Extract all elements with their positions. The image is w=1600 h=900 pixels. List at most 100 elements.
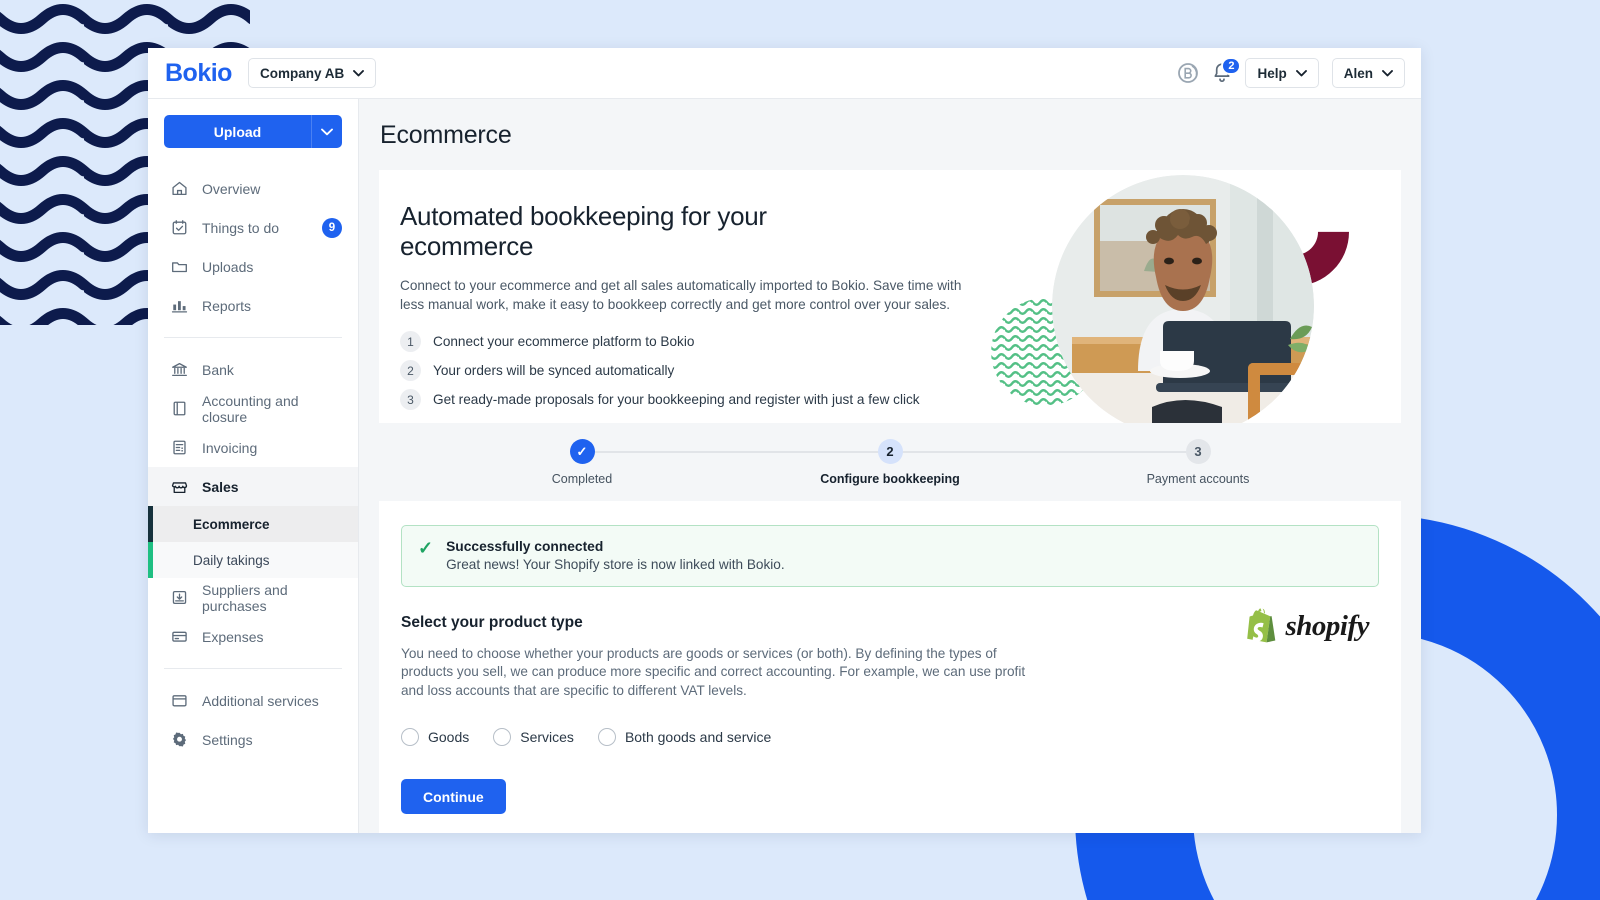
calendar-check-icon xyxy=(172,220,187,235)
success-alert-text: Great news! Your Shopify store is now li… xyxy=(446,557,785,572)
box-icon xyxy=(172,695,187,707)
stepper-label: Payment accounts xyxy=(1146,472,1250,486)
stepper-step-completed[interactable]: ✓ Completed xyxy=(507,439,657,486)
success-alert-title: Successfully connected xyxy=(446,539,604,554)
radio-indicator[interactable] xyxy=(597,728,616,747)
sidebar-item-additional-services[interactable]: Additional services xyxy=(148,681,358,720)
sidebar-item-label: Settings xyxy=(202,731,253,748)
hero-step: 2 Your orders will be synced automatical… xyxy=(400,360,1030,382)
chevron-down-icon xyxy=(1295,69,1307,76)
daily-takings-accent-bar xyxy=(148,542,153,578)
main-content: Ecommerce Automated bookkeeping for your… xyxy=(359,99,1421,833)
stepper-label: Configure bookkeeping xyxy=(820,472,960,486)
product-type-radio-group: Goods Services Both goods and service xyxy=(401,728,1379,747)
hero-banner: Automated bookkeeping for your ecommerce… xyxy=(379,170,1401,423)
sidebar-item-label: Sales xyxy=(202,478,239,495)
product-type-heading: Select your product type xyxy=(401,614,583,631)
shopify-partner-logo: shopify xyxy=(1244,607,1370,646)
sidebar-item-settings[interactable]: Settings xyxy=(148,720,358,759)
sidebar-subitem-ecommerce[interactable]: Ecommerce xyxy=(148,506,358,542)
shopify-wordmark: shopify xyxy=(1285,610,1370,642)
hero-step-number: 1 xyxy=(400,331,421,353)
book-icon xyxy=(173,401,186,416)
radio-option-both-goods-and-service[interactable]: Both goods and service xyxy=(597,728,772,747)
stepper-label: Completed xyxy=(551,472,613,486)
radio-option-goods[interactable]: Goods xyxy=(401,728,470,747)
stepper-marker: 3 xyxy=(1185,439,1211,464)
sidebar-subitem-label: Daily takings xyxy=(193,552,270,568)
sidebar-subitem-daily-takings[interactable]: Daily takings xyxy=(148,542,358,578)
sidebar-item-label: Bank xyxy=(202,361,234,378)
company-selector[interactable]: Company AB xyxy=(247,58,377,88)
card-icon xyxy=(172,631,187,642)
hero-step: 3 Get ready-made proposals for your book… xyxy=(400,389,1030,411)
sidebar-item-invoicing[interactable]: Invoicing xyxy=(148,428,358,467)
sidebar-item-things-to-do[interactable]: Things to do 9 xyxy=(148,208,358,247)
radio-label: Both goods and service xyxy=(624,729,772,746)
sidebar-item-sales[interactable]: Sales xyxy=(148,467,358,506)
sidebar: Upload Overview Things to do 9 Uploads R… xyxy=(148,99,359,833)
sidebar-item-label: Things to do xyxy=(202,219,280,236)
stepper-step-configure-bookkeeping[interactable]: 2 Configure bookkeeping xyxy=(815,439,965,486)
success-alert: ✓ Successfully connected Great news! You… xyxy=(401,525,1379,587)
sidebar-item-overview[interactable]: Overview xyxy=(148,169,358,208)
hero-step-number: 2 xyxy=(400,360,421,382)
radio-indicator[interactable] xyxy=(401,728,419,747)
help-menu[interactable]: Help xyxy=(1245,58,1319,88)
continue-button[interactable]: Continue xyxy=(401,779,506,815)
sidebar-item-accounting-and-closure[interactable]: Accounting and closure xyxy=(148,389,358,428)
sidebar-item-expenses[interactable]: Expenses xyxy=(148,617,358,656)
hero-step-text: Get ready-made proposals for your bookke… xyxy=(433,392,920,408)
stepper-step-payment-accounts[interactable]: 3 Payment accounts xyxy=(1123,439,1273,486)
upload-dropdown-button[interactable] xyxy=(311,115,342,148)
sidebar-item-bank[interactable]: Bank xyxy=(148,350,358,389)
bokio-logo[interactable]: Bokio xyxy=(165,60,232,86)
upload-control: Upload xyxy=(148,115,358,148)
upload-button[interactable]: Upload xyxy=(164,115,311,148)
sidebar-item-label: Overview xyxy=(202,180,261,197)
sidebar-item-label: Reports xyxy=(202,297,252,314)
sidebar-item-label: Suppliers and purchases xyxy=(202,581,288,614)
nav-group-primary: Overview Things to do 9 Uploads Reports xyxy=(148,167,358,327)
bank-icon xyxy=(172,362,187,377)
inbox-down-icon xyxy=(172,590,187,605)
sidebar-item-label: Accounting and closure xyxy=(202,392,299,425)
hero-description: Connect to your ecommerce and get all sa… xyxy=(400,278,962,312)
notification-badge: 2 xyxy=(1221,57,1242,75)
invoice-icon xyxy=(173,440,186,455)
stepper-steps: ✓ Completed 2 Configure bookkeeping 3 Pa… xyxy=(379,439,1401,486)
bokio-coin-button[interactable] xyxy=(1177,62,1199,84)
page-title: Ecommerce xyxy=(380,121,512,149)
things-to-do-badge: 9 xyxy=(322,217,342,238)
hero-step-number: 3 xyxy=(400,389,421,411)
sidebar-item-label: Uploads xyxy=(202,258,254,275)
shopify-bag-icon xyxy=(1246,608,1275,643)
hero-step: 1 Connect your ecommerce platform to Bok… xyxy=(400,331,1030,353)
stepper-marker: ✓ xyxy=(569,439,595,464)
user-menu[interactable]: Alen xyxy=(1331,58,1405,88)
sidebar-divider xyxy=(164,668,342,669)
radio-option-services[interactable]: Services xyxy=(493,728,574,747)
sidebar-item-reports[interactable]: Reports xyxy=(148,286,358,325)
chevron-down-icon xyxy=(1382,69,1393,76)
gear-icon xyxy=(172,732,187,747)
radio-label: Goods xyxy=(428,729,470,746)
radio-indicator[interactable] xyxy=(493,728,512,747)
progress-stepper: ✓ Completed 2 Configure bookkeeping 3 Pa… xyxy=(379,423,1401,501)
stepper-marker: 2 xyxy=(877,439,903,464)
chevron-down-icon xyxy=(353,69,365,76)
nav-group-tertiary: Additional services Settings xyxy=(148,679,358,761)
notifications-button[interactable]: 2 xyxy=(1212,57,1242,84)
bar-chart-icon xyxy=(171,301,188,313)
sidebar-item-suppliers-and-purchases[interactable]: Suppliers and purchases xyxy=(148,578,358,617)
company-selector-label: Company AB xyxy=(259,65,345,81)
radio-label: Services xyxy=(520,729,574,746)
hero-photo xyxy=(1052,175,1314,423)
sidebar-item-uploads[interactable]: Uploads xyxy=(148,247,358,286)
nav-group-secondary: Bank Accounting and closure Invoicing Sa… xyxy=(148,348,358,658)
top-bar-actions: 2 Help Alen xyxy=(1177,57,1405,88)
folder-icon xyxy=(172,262,187,273)
sidebar-item-label: Additional services xyxy=(202,692,319,709)
chevron-down-icon xyxy=(321,128,333,135)
help-menu-label: Help xyxy=(1257,65,1287,81)
